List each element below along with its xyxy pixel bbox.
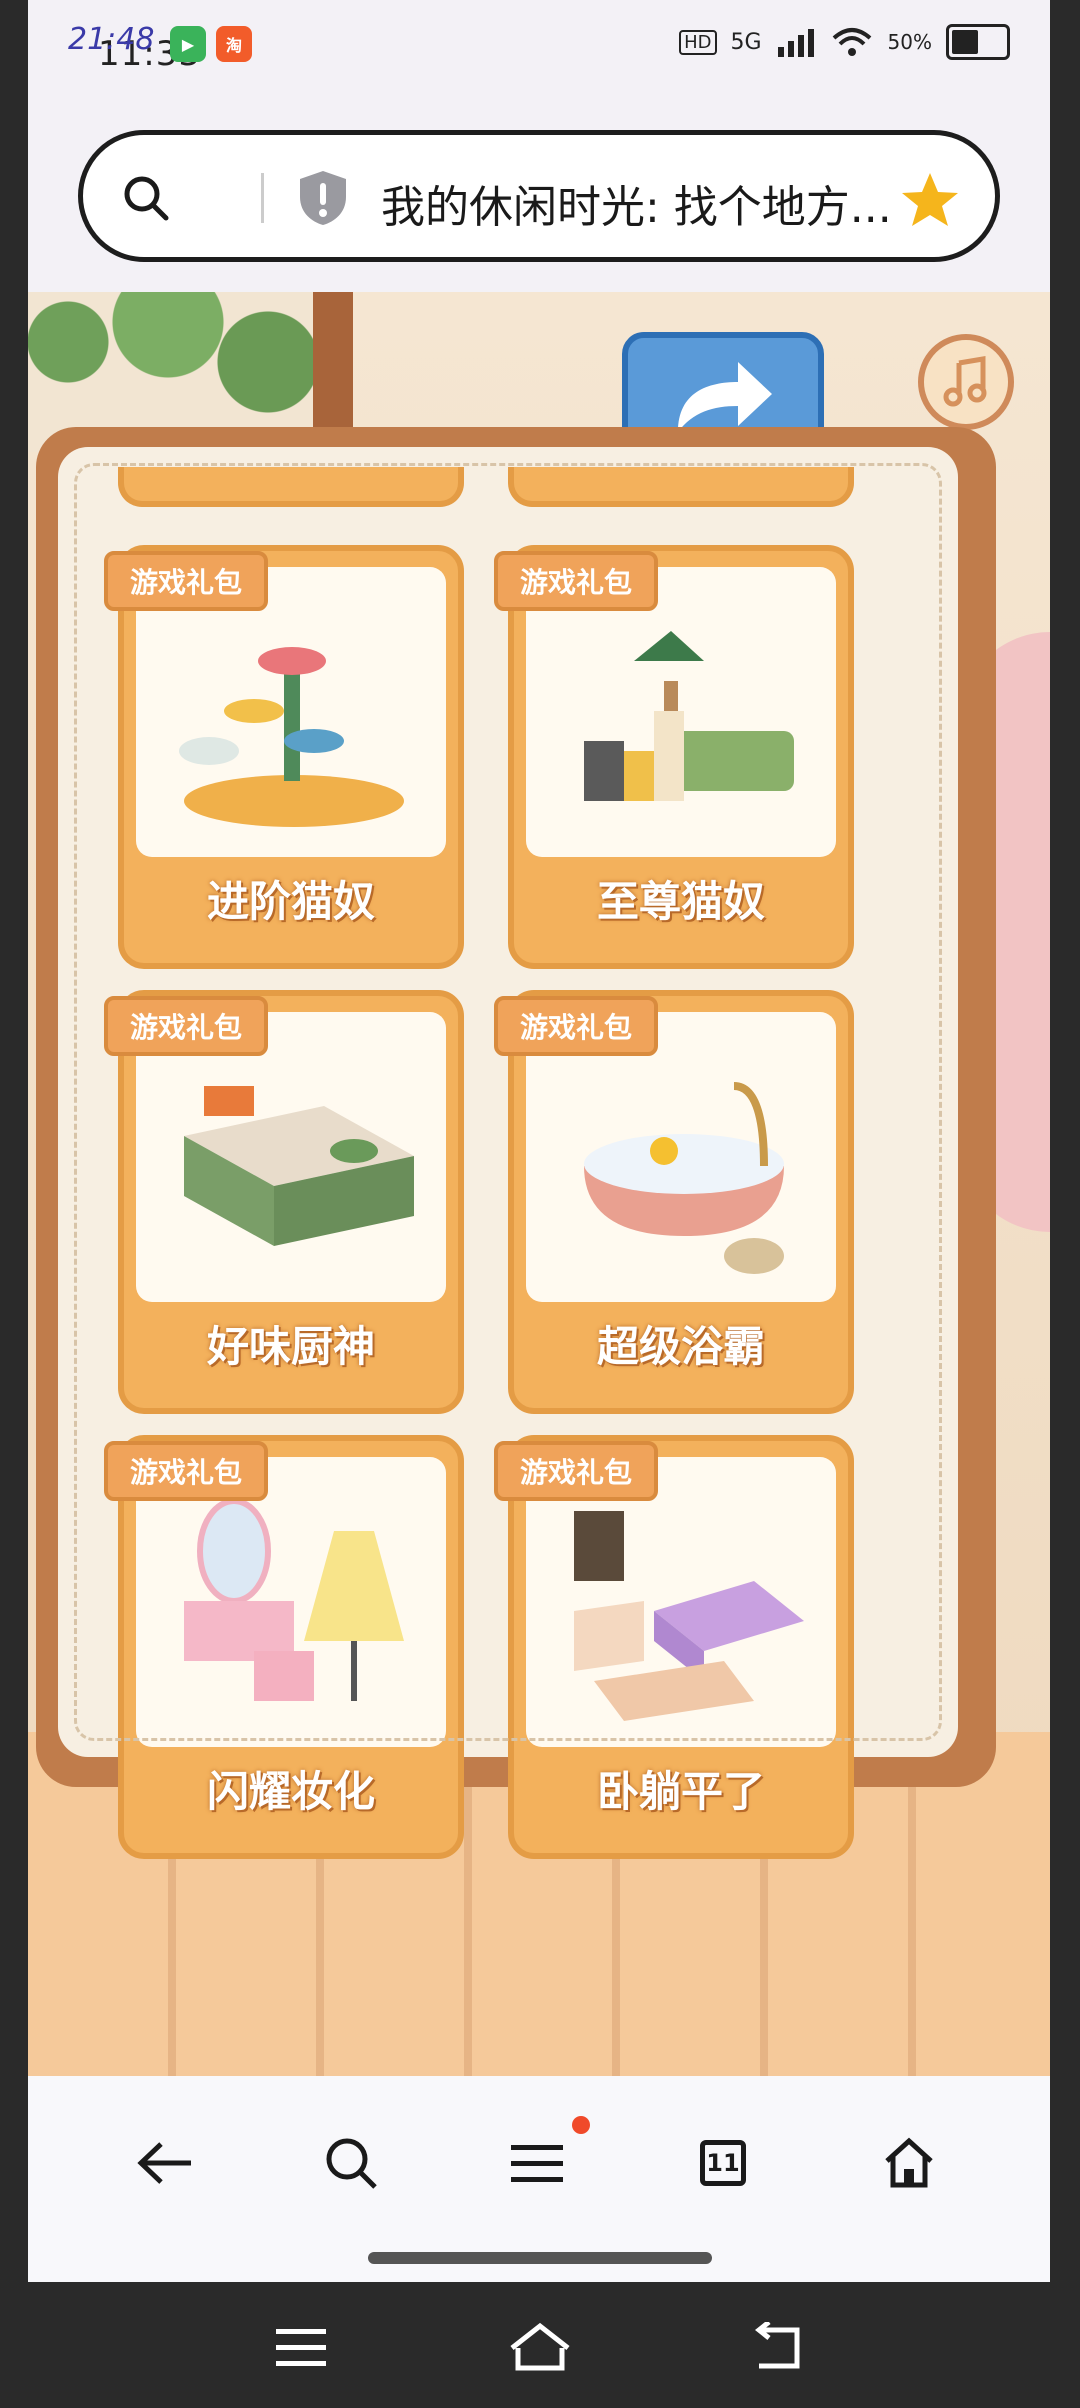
wifi-icon xyxy=(832,28,871,56)
gift-card-label: 闪耀妆化 xyxy=(206,1767,375,1816)
bookmark-star-icon[interactable] xyxy=(899,169,961,231)
notification-dot xyxy=(572,2116,590,2134)
gift-card-kitchen-chef[interactable]: 游戏礼包 好味厨神 xyxy=(104,990,464,1414)
gift-card-panel xyxy=(136,1457,446,1747)
gift-card-panel xyxy=(136,1012,446,1302)
cat-tree-illustration xyxy=(179,647,404,827)
bathtub-illustration xyxy=(584,1082,784,1274)
address-bar-divider xyxy=(261,173,264,223)
security-shield-icon[interactable] xyxy=(296,169,350,227)
previous-cards-edge xyxy=(118,467,918,507)
cat-bed-illustration xyxy=(584,631,794,801)
gift-tag: 游戏礼包 xyxy=(104,996,269,1056)
gift-card-label: 进阶猫奴 xyxy=(206,877,375,926)
page-title[interactable]: 我的休闲时光: 找个地方... xyxy=(381,171,921,235)
gift-card-panel xyxy=(526,567,836,857)
tabs-button[interactable]: 11 xyxy=(688,2128,758,2198)
gift-tag: 游戏礼包 xyxy=(494,996,659,1056)
gift-card-label: 超级浴霸 xyxy=(596,1322,765,1371)
wood-beam xyxy=(313,292,353,442)
battery-percent: 50% xyxy=(887,30,932,54)
gift-card-supreme-cat[interactable]: 游戏礼包 至尊猫奴 xyxy=(494,545,854,969)
game-view: 游戏礼包 进阶猫奴 游戏礼包 至尊猫奴 游戏礼包 好味厨神 游戏礼包 超级浴霸 … xyxy=(28,292,1050,2076)
music-toggle-button[interactable] xyxy=(918,334,1014,430)
gift-tag: 游戏礼包 xyxy=(494,551,659,611)
video-app-icon: ▶ xyxy=(170,26,206,62)
gift-card-panel xyxy=(136,567,446,857)
search-icon xyxy=(326,2138,377,2189)
back-arrow-icon xyxy=(137,2142,191,2184)
gift-card-advanced-cat[interactable]: 游戏礼包 进阶猫奴 xyxy=(104,545,464,969)
network-label: 5G xyxy=(730,29,762,55)
search-button[interactable] xyxy=(316,2128,386,2198)
kitchen-illustration xyxy=(184,1086,414,1246)
gift-card-makeup[interactable]: 游戏礼包 闪耀妆化 xyxy=(104,1435,464,1859)
browser-bottom-nav: 11 xyxy=(28,2076,1050,2282)
gift-book-page: 游戏礼包 进阶猫奴 游戏礼包 至尊猫奴 游戏礼包 好味厨神 游戏礼包 超级浴霸 … xyxy=(58,447,958,1859)
gift-card-label: 卧躺平了 xyxy=(596,1767,765,1816)
status-bar: 11:33 21:48 ▶ 淘 HD 5G 50% xyxy=(28,0,1050,100)
vanity-illustration xyxy=(184,1498,404,1701)
home-button[interactable] xyxy=(874,2128,944,2198)
gift-card-super-bath[interactable]: 游戏礼包 超级浴霸 xyxy=(494,990,854,1414)
gesture-handle[interactable] xyxy=(368,2252,712,2264)
system-menu-button[interactable] xyxy=(266,2312,336,2382)
gift-tag: 游戏礼包 xyxy=(494,1441,659,1501)
gift-tag: 游戏礼包 xyxy=(104,1441,269,1501)
menu-icon xyxy=(511,2145,563,2182)
address-bar[interactable]: 我的休闲时光: 找个地方... xyxy=(78,130,1000,262)
gift-card-panel xyxy=(526,1457,836,1747)
gift-card-label: 好味厨神 xyxy=(206,1322,375,1371)
system-back-button[interactable] xyxy=(744,2312,814,2382)
gift-card-lie-flat[interactable]: 游戏礼包 卧躺平了 xyxy=(494,1435,854,1859)
back-button[interactable] xyxy=(130,2128,200,2198)
gift-card-panel xyxy=(526,1012,836,1302)
gift-card-label: 至尊猫奴 xyxy=(596,877,765,926)
home-icon xyxy=(510,2322,570,2371)
menu-button[interactable] xyxy=(502,2128,572,2198)
status-indicators: HD 5G 50% xyxy=(679,24,1010,60)
phone-screen: 11:33 21:48 ▶ 淘 HD 5G 50% 我的休闲时光: 找个地方..… xyxy=(28,0,1050,2282)
hd-icon: HD xyxy=(679,29,717,55)
menu-icon xyxy=(276,2329,326,2366)
status-time-overlay: 21:48 xyxy=(68,22,155,57)
back-icon xyxy=(754,2322,800,2369)
gift-book: 游戏礼包 进阶猫奴 游戏礼包 至尊猫奴 游戏礼包 好味厨神 游戏礼包 超级浴霸 … xyxy=(36,427,996,1859)
tab-count: 11 xyxy=(706,2149,740,2177)
bedroom-illustration xyxy=(574,1511,804,1721)
battery-icon xyxy=(946,24,1010,60)
system-home-button[interactable] xyxy=(505,2312,575,2382)
music-note-icon xyxy=(943,356,987,407)
home-icon xyxy=(885,2137,933,2188)
taobao-app-icon: 淘 xyxy=(216,26,252,62)
gift-tag: 游戏礼包 xyxy=(104,551,269,611)
search-icon[interactable] xyxy=(121,173,171,223)
tabs-icon: 11 xyxy=(700,2140,746,2186)
system-nav-bar xyxy=(0,2282,1080,2408)
signal-icon xyxy=(777,29,814,57)
